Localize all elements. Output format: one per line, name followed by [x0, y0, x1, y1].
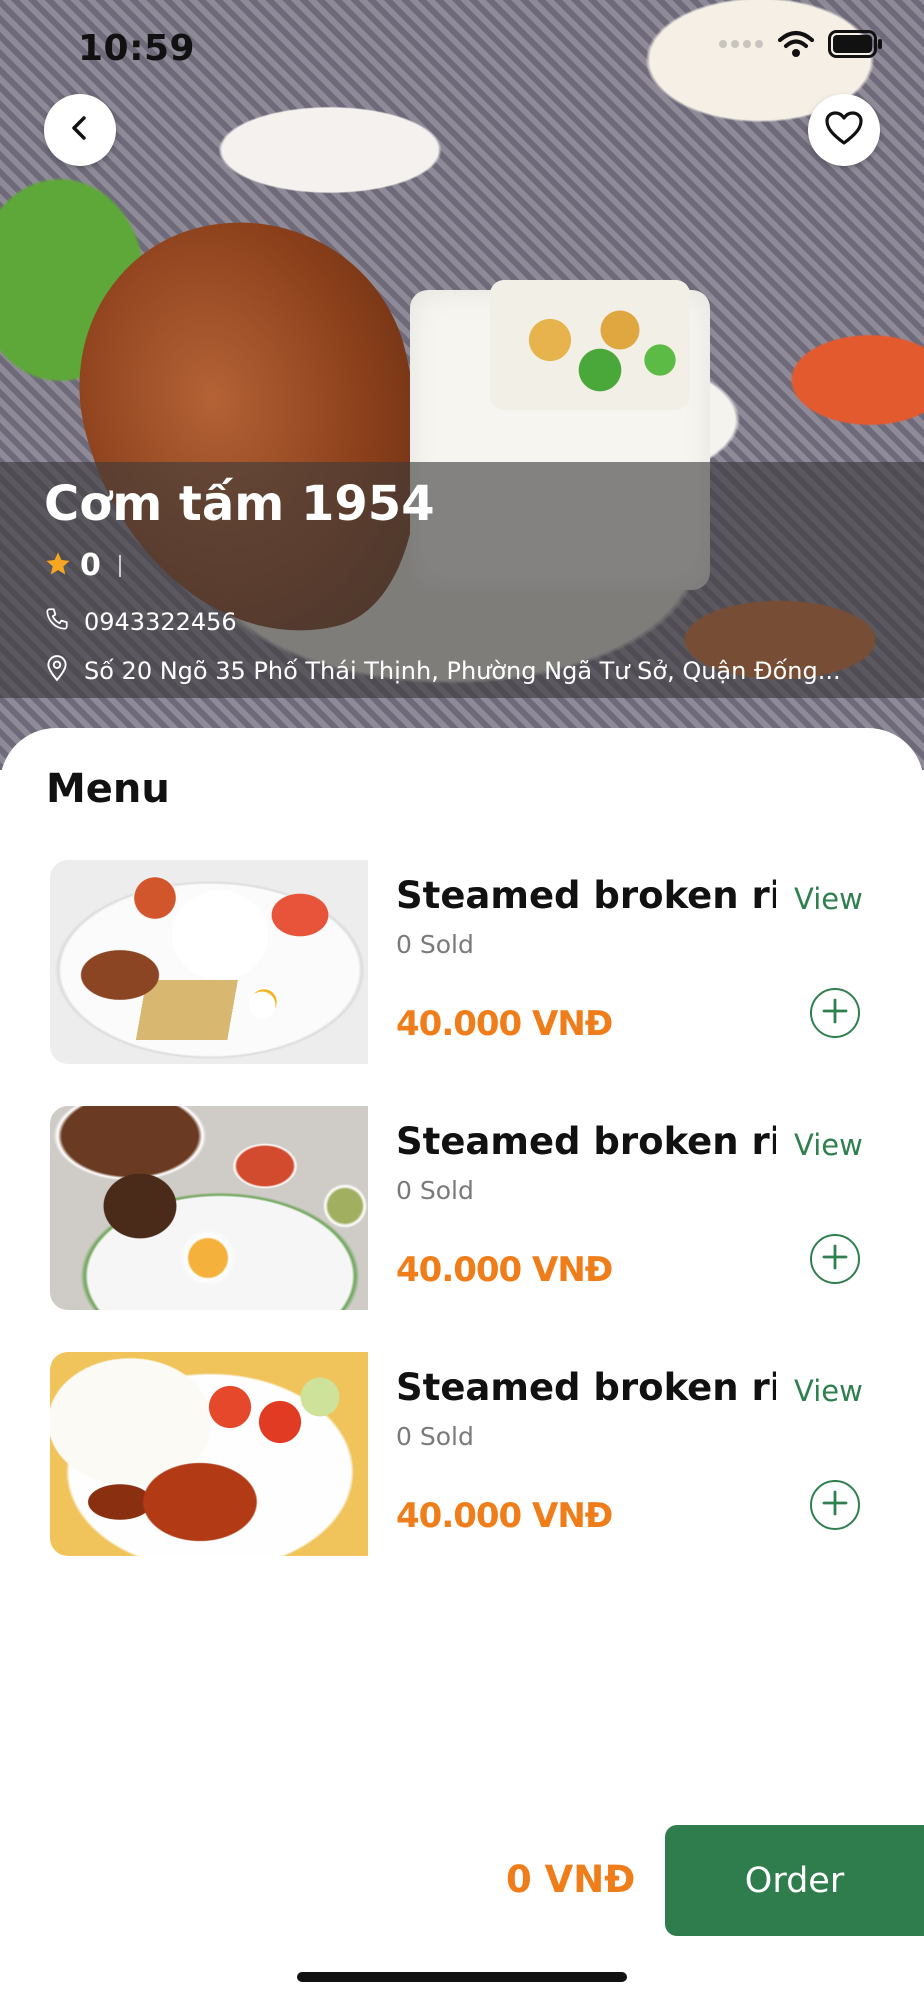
menu-item[interactable]: Steamed broken ric... View 0 Sold 40.000…	[50, 1106, 880, 1312]
menu-title: Menu	[46, 766, 170, 812]
status-icons	[718, 30, 884, 62]
back-button[interactable]	[44, 94, 116, 166]
signal-icon	[718, 36, 764, 56]
back-icon	[65, 113, 95, 147]
add-to-cart-button[interactable]	[810, 988, 860, 1038]
order-button-label: Order	[744, 1860, 845, 1901]
menu-item[interactable]: Steamed broken ric... View 0 Sold 40.000…	[50, 1352, 880, 1558]
menu-item-price: 40.000 VNĐ	[396, 1004, 613, 1044]
plus-icon	[822, 1490, 848, 1520]
phone-icon	[44, 606, 70, 638]
menu-item-price: 40.000 VNĐ	[396, 1250, 613, 1290]
home-indicator[interactable]	[297, 1972, 627, 1982]
menu-item-name: Steamed broken ric...	[396, 1120, 776, 1163]
hero-food-topping	[490, 280, 690, 410]
menu-item-view-link[interactable]: View	[794, 1374, 863, 1408]
menu-item-name: Steamed broken ric...	[396, 874, 776, 917]
restaurant-address: Số 20 Ngõ 35 Phố Thái Thịnh, Phường Ngã …	[84, 657, 841, 685]
menu-item-sold: 0 Sold	[396, 930, 474, 959]
menu-item-name: Steamed broken ric...	[396, 1366, 776, 1409]
restaurant-name: Cơm tấm 1954	[44, 476, 435, 532]
heart-icon	[824, 110, 864, 150]
status-bar: 10:59	[0, 0, 924, 100]
menu-item-image	[50, 860, 368, 1064]
menu-item-view-link[interactable]: View	[794, 1128, 863, 1162]
menu-item-sold: 0 Sold	[396, 1422, 474, 1451]
restaurant-phone: 0943322456	[84, 608, 237, 636]
cart-total: 0 VNĐ	[506, 1858, 636, 1901]
favorite-button[interactable]	[808, 94, 880, 166]
plus-icon	[822, 1244, 848, 1274]
menu-item-price: 40.000 VNĐ	[396, 1496, 613, 1536]
order-button[interactable]: Order	[665, 1825, 924, 1936]
rating-value: 0	[80, 548, 101, 583]
battery-icon	[828, 30, 884, 62]
menu-item-image	[50, 1352, 368, 1556]
menu-sheet: Menu Steamed broken ric... View 0 Sold 4…	[0, 728, 924, 2000]
status-time: 10:59	[78, 28, 196, 69]
wifi-icon	[778, 30, 814, 62]
menu-item[interactable]: Steamed broken ric... View 0 Sold 40.000…	[50, 860, 880, 1066]
star-icon	[44, 550, 72, 582]
restaurant-phone-row[interactable]: 0943322456	[44, 606, 237, 638]
plus-icon	[822, 998, 848, 1028]
location-pin-icon	[44, 654, 70, 688]
add-to-cart-button[interactable]	[810, 1234, 860, 1284]
add-to-cart-button[interactable]	[810, 1480, 860, 1530]
menu-item-view-link[interactable]: View	[794, 882, 863, 916]
restaurant-rating: 0	[44, 548, 121, 583]
restaurant-address-row[interactable]: Số 20 Ngõ 35 Phố Thái Thịnh, Phường Ngã …	[44, 654, 841, 688]
menu-item-sold: 0 Sold	[396, 1176, 474, 1205]
menu-item-image	[50, 1106, 368, 1310]
rating-separator	[118, 554, 121, 577]
